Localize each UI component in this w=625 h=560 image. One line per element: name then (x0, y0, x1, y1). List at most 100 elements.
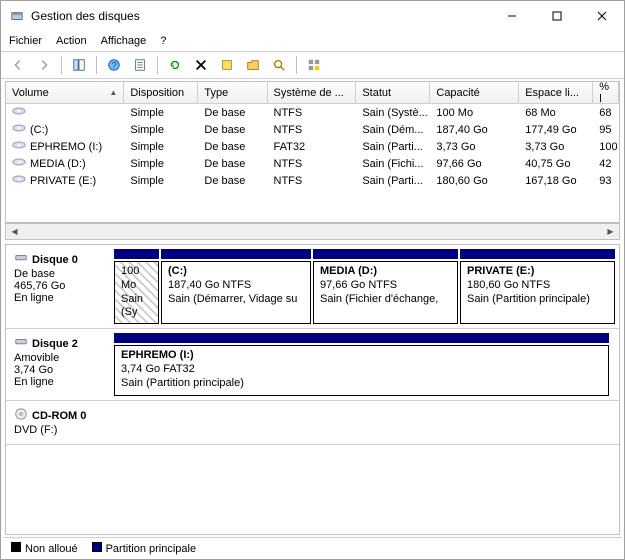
column-header-capacity[interactable]: Capacité (430, 82, 519, 103)
disk-partitions: EPHREMO (I:)3,74 Go FAT32Sain (Partition… (114, 333, 615, 396)
scroll-right-arrow[interactable]: ▶ (602, 223, 619, 240)
horizontal-scrollbar[interactable]: ◀ ▶ (5, 223, 620, 240)
menu-file[interactable]: Fichier (9, 35, 42, 47)
cdrom-icon (14, 407, 28, 424)
partition-size: 100 Mo (121, 265, 152, 293)
volume-status: Sain (Dém... (356, 124, 430, 136)
show-hide-button[interactable] (68, 54, 90, 76)
menu-help[interactable]: ? (160, 35, 166, 47)
disk-label[interactable]: Disque 2Amovible3,74 GoEn ligne (10, 333, 110, 396)
toolbar: ? (1, 51, 624, 79)
volume-type: De base (198, 175, 267, 187)
legend: Non alloué Partition principale (3, 537, 622, 559)
column-header-disposition[interactable]: Disposition (124, 82, 198, 103)
disk-size: 465,76 Go (14, 280, 106, 292)
volume-row[interactable]: PRIVATE (E:)SimpleDe baseNTFSSain (Parti… (6, 172, 619, 189)
disk-label[interactable]: CD-ROM 0DVD (F:) (10, 405, 110, 440)
volume-fs: FAT32 (268, 141, 357, 153)
volume-pct: 42 (593, 158, 619, 170)
partition-box[interactable]: EPHREMO (I:)3,74 Go FAT32Sain (Partition… (114, 345, 609, 396)
menu-view[interactable]: Affichage (101, 35, 147, 47)
volume-status: Sain (Systè... (356, 107, 430, 119)
disk-name: Disque 0 (32, 254, 78, 266)
volume-row[interactable]: SimpleDe baseNTFSSain (Systè...100 Mo68 … (6, 104, 619, 121)
volume-disposition: Simple (124, 158, 198, 170)
volume-row[interactable]: EPHREMO (I:)SimpleDe baseFAT32Sain (Part… (6, 138, 619, 155)
volume-capacity: 97,66 Go (430, 158, 519, 170)
volume-disposition: Simple (124, 107, 198, 119)
delete-button[interactable] (190, 54, 212, 76)
volume-disposition: Simple (124, 141, 198, 153)
properties-button[interactable] (129, 54, 151, 76)
disk-icon (14, 251, 28, 268)
volume-name: MEDIA (D:) (30, 158, 86, 170)
close-button[interactable] (579, 1, 624, 31)
disk-partitions (114, 405, 615, 440)
toolbar-separator (61, 56, 62, 74)
volume-pct: 95 (593, 124, 619, 136)
volume-list: Volume▲ Disposition Type Système de ... … (5, 81, 620, 223)
disk-row: Disque 2Amovible3,74 GoEn ligneEPHREMO (… (6, 329, 619, 401)
volume-status: Sain (Fichi... (356, 158, 430, 170)
settings-button[interactable] (303, 54, 325, 76)
volume-free: 177,49 Go (519, 124, 593, 136)
forward-button[interactable] (33, 54, 55, 76)
volume-pct: 100 (593, 141, 619, 153)
column-header-pct[interactable]: % l (593, 82, 619, 103)
partition-status: Sain (Sy (121, 293, 152, 321)
window-title: Gestion des disques (31, 9, 489, 23)
partition-name: PRIVATE (E:) (467, 265, 608, 279)
volume-list-body[interactable]: SimpleDe baseNTFSSain (Systè...100 Mo68 … (6, 104, 619, 222)
partition-status: Sain (Partition principale) (467, 293, 608, 307)
partition-box[interactable]: PRIVATE (E:)180,60 Go NTFSSain (Partitio… (460, 261, 615, 324)
back-button[interactable] (7, 54, 29, 76)
open-button[interactable] (242, 54, 264, 76)
volume-fs: NTFS (268, 158, 357, 170)
volume-icon (12, 155, 26, 172)
maximize-button[interactable] (534, 1, 579, 31)
volume-capacity: 187,40 Go (430, 124, 519, 136)
volume-capacity: 100 Mo (430, 107, 519, 119)
volume-disposition: Simple (124, 124, 198, 136)
partition-box[interactable]: (C:)187,40 Go NTFSSain (Démarrer, Vidage… (161, 261, 311, 324)
app-icon (9, 8, 25, 24)
volume-free: 68 Mo (519, 107, 593, 119)
volume-free: 167,18 Go (519, 175, 593, 187)
partition-box[interactable]: 100 MoSain (Sy (114, 261, 159, 324)
column-header-status[interactable]: Statut (356, 82, 430, 103)
toolbar-separator (157, 56, 158, 74)
partition-strip (114, 249, 615, 259)
minimize-button[interactable] (489, 1, 534, 31)
partition-size: 180,60 Go NTFS (467, 279, 608, 293)
bookmark-button[interactable] (216, 54, 238, 76)
volume-free: 3,73 Go (519, 141, 593, 153)
help-button[interactable]: ? (103, 54, 125, 76)
disk-type: DVD (F:) (14, 424, 106, 436)
partition-size: 187,40 Go NTFS (168, 279, 304, 293)
volume-list-header: Volume▲ Disposition Type Système de ... … (6, 82, 619, 104)
volume-icon (12, 104, 26, 121)
disk-row: Disque 0De base465,76 GoEn ligne100 MoSa… (6, 245, 619, 329)
menu-action[interactable]: Action (56, 35, 87, 47)
legend-primary: Partition principale (92, 542, 197, 555)
column-header-fs[interactable]: Système de ... (268, 82, 357, 103)
column-header-free[interactable]: Espace li... (519, 82, 593, 103)
partition-box[interactable]: MEDIA (D:)97,66 Go NTFSSain (Fichier d'é… (313, 261, 458, 324)
column-header-volume[interactable]: Volume▲ (6, 82, 124, 103)
refresh-button[interactable] (164, 54, 186, 76)
column-header-type[interactable]: Type (198, 82, 267, 103)
disk-status: En ligne (14, 376, 106, 388)
volume-fs: NTFS (268, 124, 357, 136)
disk-label[interactable]: Disque 0De base465,76 GoEn ligne (10, 249, 110, 324)
volume-icon (12, 138, 26, 155)
volume-type: De base (198, 107, 267, 119)
volume-free: 40,75 Go (519, 158, 593, 170)
disk-type: Amovible (14, 352, 106, 364)
search-button[interactable] (268, 54, 290, 76)
volume-row[interactable]: (C:)SimpleDe baseNTFSSain (Dém...187,40 … (6, 121, 619, 138)
volume-capacity: 3,73 Go (430, 141, 519, 153)
scroll-left-arrow[interactable]: ◀ (6, 223, 23, 240)
volume-row[interactable]: MEDIA (D:)SimpleDe baseNTFSSain (Fichi..… (6, 155, 619, 172)
disk-map: Disque 0De base465,76 GoEn ligne100 MoSa… (5, 244, 620, 535)
volume-type: De base (198, 124, 267, 136)
